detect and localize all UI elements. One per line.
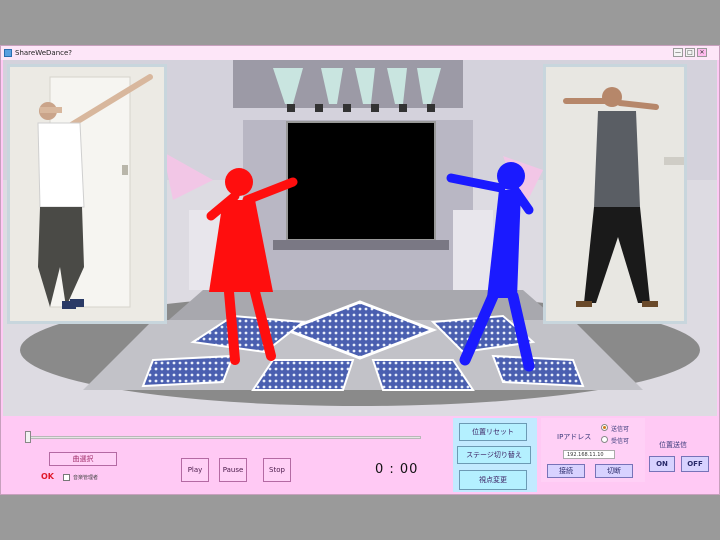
send-radio[interactable] bbox=[601, 424, 608, 431]
ip-address-input[interactable]: 192.168.11.10 bbox=[563, 450, 615, 459]
receive-radio-label: 受信可 bbox=[611, 438, 630, 445]
view-controls-panel: 位置リセット ステージ切り替え 視点変更 bbox=[453, 418, 537, 492]
play-button[interactable]: Play bbox=[181, 458, 209, 482]
stop-button[interactable]: Stop bbox=[263, 458, 291, 482]
pause-button[interactable]: Pause bbox=[219, 458, 247, 482]
disconnect-button[interactable]: 切断 bbox=[595, 464, 633, 478]
maximize-button[interactable]: □ bbox=[685, 48, 695, 57]
playback-time: 0 : 00 bbox=[375, 462, 419, 477]
connect-button[interactable]: 接続 bbox=[547, 464, 585, 478]
song-manager-label: 音楽管理者 bbox=[73, 475, 99, 481]
app-icon bbox=[4, 49, 12, 57]
position-send-off-button[interactable]: OFF bbox=[681, 456, 709, 472]
window-title: ShareWeDance? bbox=[15, 49, 73, 57]
title-bar: ShareWeDance? — □ ✕ bbox=[1, 46, 719, 60]
position-send-label: 位置送信 bbox=[659, 441, 687, 449]
stage-viewport[interactable] bbox=[3, 60, 717, 416]
send-radio-label: 送信可 bbox=[611, 426, 630, 433]
switch-stage-button[interactable]: ステージ切り替え bbox=[457, 446, 531, 464]
receive-radio[interactable] bbox=[601, 436, 608, 443]
close-button[interactable]: ✕ bbox=[697, 48, 707, 57]
ok-status: OK bbox=[41, 472, 54, 481]
minimize-button[interactable]: — bbox=[673, 48, 683, 57]
control-panel: 曲選択 OK 音楽管理者 Play Pause Stop 0 : 00 位置リセ… bbox=[3, 416, 717, 494]
app-window: ShareWeDance? — □ ✕ 曲選択 OK 音楽管理者 Play Pa… bbox=[0, 45, 720, 495]
song-select-button[interactable]: 曲選択 bbox=[49, 452, 117, 466]
song-manager-checkbox[interactable] bbox=[63, 474, 70, 481]
ip-address-label: IPアドレス bbox=[557, 433, 592, 441]
remote-camera-feed bbox=[543, 64, 687, 324]
seek-slider-track[interactable] bbox=[27, 436, 421, 439]
change-viewpoint-button[interactable]: 視点変更 bbox=[459, 470, 527, 490]
local-camera-feed bbox=[7, 64, 167, 324]
seek-slider-thumb[interactable] bbox=[25, 431, 31, 443]
position-send-on-button[interactable]: ON bbox=[649, 456, 675, 472]
reset-position-button[interactable]: 位置リセット bbox=[459, 423, 527, 441]
